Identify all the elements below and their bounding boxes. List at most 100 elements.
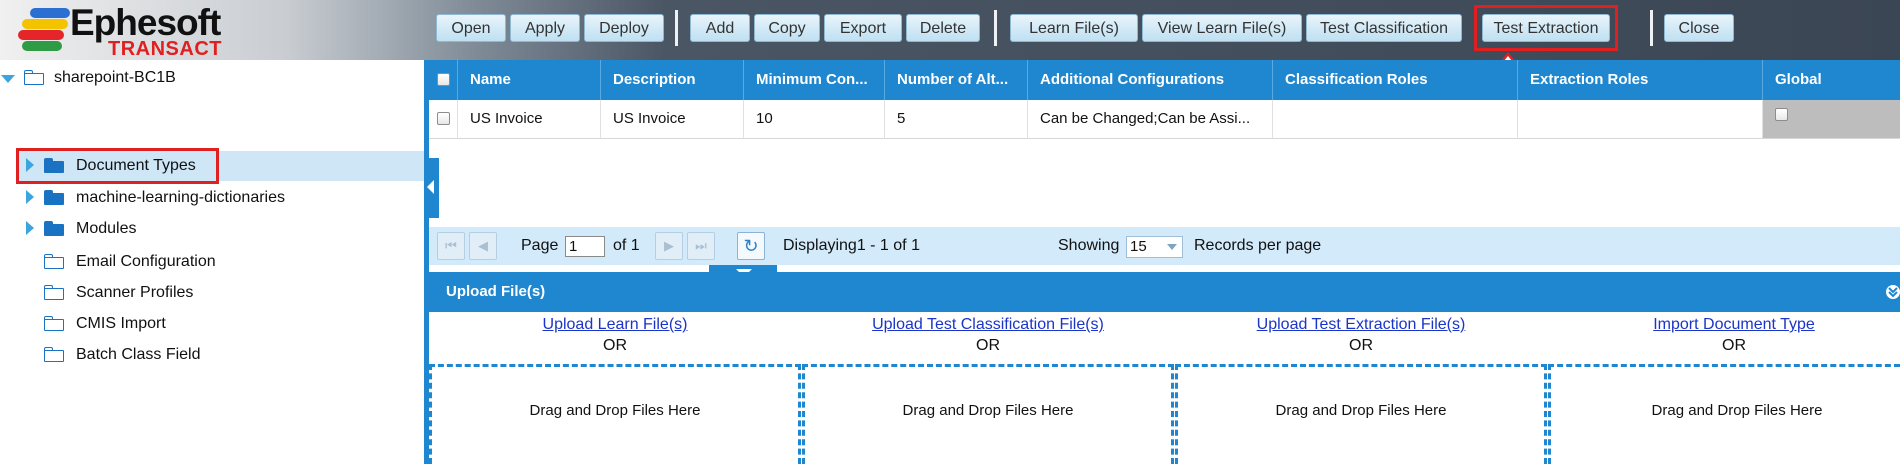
ephesoft-logo: Ephesoft TRANSACT bbox=[10, 2, 240, 60]
records-per-page-label: Records per page bbox=[1194, 237, 1322, 254]
upload-test-classification-files-link[interactable]: Upload Test Classification File(s) bbox=[802, 316, 1174, 334]
or-label: OR bbox=[603, 337, 627, 354]
drop-zone-test-extraction[interactable]: Drag and Drop Files Here bbox=[1175, 364, 1547, 464]
select-all-cell bbox=[429, 60, 458, 100]
copy-button[interactable]: Copy bbox=[754, 14, 820, 42]
folder-icon bbox=[44, 254, 64, 269]
upload-test-extraction-files-link[interactable]: Upload Test Extraction File(s) bbox=[1175, 316, 1547, 334]
drop-zone-learn[interactable]: Drag and Drop Files Here bbox=[429, 364, 801, 464]
last-page-icon[interactable]: ⏭ bbox=[687, 232, 715, 260]
drop-zone-test-classification[interactable]: Drag and Drop Files Here bbox=[802, 364, 1174, 464]
upload-panel-title: Upload File(s) bbox=[446, 283, 546, 300]
select-all-checkbox[interactable] bbox=[437, 73, 450, 86]
drop-zone-label: Drag and Drop Files Here bbox=[1651, 402, 1823, 419]
logo-subtitle: TRANSACT bbox=[108, 38, 222, 60]
logo-mark-icon bbox=[16, 8, 76, 52]
delete-button[interactable]: Delete bbox=[906, 14, 980, 42]
showing-label: Showing bbox=[1058, 237, 1120, 254]
cell-min-confidence: 10 bbox=[744, 100, 885, 138]
or-label: OR bbox=[1722, 337, 1746, 354]
collapse-tree-icon[interactable] bbox=[424, 158, 439, 218]
drop-zone-label: Drag and Drop Files Here bbox=[902, 402, 1074, 419]
column-header-name[interactable]: Name bbox=[458, 60, 601, 100]
add-button[interactable]: Add bbox=[690, 14, 750, 42]
view-learn-files-button[interactable]: View Learn File(s) bbox=[1142, 14, 1302, 42]
upload-learn-files-link[interactable]: Upload Learn File(s) bbox=[429, 316, 801, 334]
drop-zone-label: Drag and Drop Files Here bbox=[529, 402, 701, 419]
drop-zone-label: Drag and Drop Files Here bbox=[1275, 402, 1447, 419]
column-header-min-confidence[interactable]: Minimum Con... bbox=[744, 60, 885, 100]
document-types-highlight bbox=[16, 148, 219, 184]
previous-page-icon[interactable]: ◀ bbox=[469, 232, 497, 260]
records-per-page-select[interactable]: 15 bbox=[1126, 236, 1183, 258]
row-checkbox[interactable] bbox=[437, 112, 450, 125]
page-count-label: of 1 bbox=[613, 237, 640, 254]
cell-classification-roles bbox=[1273, 100, 1518, 138]
upload-column-test-extraction: Upload Test Extraction File(s) OR Drag a… bbox=[1175, 312, 1547, 464]
double-chevron-down-icon[interactable] bbox=[1886, 284, 1900, 300]
column-header-classification-roles[interactable]: Classification Roles bbox=[1273, 60, 1518, 100]
tree-item-label: Modules bbox=[76, 220, 137, 237]
first-page-icon[interactable]: ⏮ bbox=[437, 232, 465, 260]
toolbar-separator bbox=[1650, 10, 1653, 46]
upload-column-import-document-type: Import Document Type OR Drag and Drop Fi… bbox=[1548, 312, 1900, 464]
cell-description: US Invoice bbox=[601, 100, 744, 138]
tree-item-label: machine-learning-dictionaries bbox=[76, 189, 285, 206]
cell-num-alternates: 5 bbox=[885, 100, 1028, 138]
cell-extraction-roles bbox=[1518, 100, 1763, 138]
folder-icon bbox=[44, 316, 64, 331]
table-row[interactable]: US Invoice US Invoice 10 5 Can be Change… bbox=[429, 100, 1900, 139]
upload-column-test-classification: Upload Test Classification File(s) OR Dr… bbox=[802, 312, 1174, 464]
page-label: Page bbox=[521, 237, 559, 254]
close-button[interactable]: Close bbox=[1664, 14, 1734, 42]
pagination-bar: ⏮ ◀ Page 1 of 1 ▶ ⏭ ↻ Displaying1 - 1 of… bbox=[429, 227, 1900, 265]
cell-additional-configurations: Can be Changed;Can be Assi... bbox=[1028, 100, 1273, 138]
folder-icon bbox=[44, 347, 64, 362]
column-header-extraction-roles[interactable]: Extraction Roles bbox=[1518, 60, 1763, 100]
row-select-cell bbox=[429, 100, 458, 138]
or-label: OR bbox=[1349, 337, 1373, 354]
tree-item-label: Email Configuration bbox=[76, 253, 216, 270]
displaying-label: Displaying1 - 1 of 1 bbox=[783, 237, 920, 254]
learn-files-button[interactable]: Learn File(s) bbox=[1010, 14, 1138, 42]
upload-panel-header: Upload File(s) bbox=[429, 272, 1900, 312]
export-button[interactable]: Export bbox=[824, 14, 902, 42]
tree-item-label: Batch Class Field bbox=[76, 346, 201, 363]
test-classification-button[interactable]: Test Classification bbox=[1306, 14, 1462, 42]
app-header: Ephesoft TRANSACT Open Apply Deploy Add … bbox=[0, 0, 1900, 60]
toolbar-separator bbox=[994, 10, 997, 46]
folder-icon bbox=[44, 190, 64, 205]
import-document-type-link[interactable]: Import Document Type bbox=[1548, 316, 1900, 334]
grid-header: Name Description Minimum Con... Number o… bbox=[429, 60, 1900, 100]
column-header-num-alternates[interactable]: Number of Alt... bbox=[885, 60, 1028, 100]
folder-icon bbox=[44, 221, 64, 236]
upload-column-learn: Upload Learn File(s) OR Drag and Drop Fi… bbox=[429, 312, 801, 464]
cell-global bbox=[1763, 100, 1900, 138]
page-number-input[interactable]: 1 bbox=[565, 236, 605, 257]
refresh-icon[interactable]: ↻ bbox=[737, 232, 765, 260]
deploy-button[interactable]: Deploy bbox=[584, 14, 664, 42]
drop-zone-import-document-type[interactable]: Drag and Drop Files Here bbox=[1548, 364, 1900, 464]
column-header-global[interactable]: Global bbox=[1763, 60, 1900, 100]
expand-right-icon[interactable] bbox=[26, 190, 34, 204]
expand-down-icon[interactable] bbox=[1, 75, 15, 83]
column-header-additional-configurations[interactable]: Additional Configurations bbox=[1028, 60, 1273, 100]
toolbar-separator bbox=[675, 10, 678, 46]
global-checkbox[interactable] bbox=[1775, 108, 1788, 121]
records-per-page-value: 15 bbox=[1130, 238, 1147, 255]
test-extraction-highlight bbox=[1474, 5, 1618, 51]
tree-item-label: CMIS Import bbox=[76, 315, 166, 332]
folder-icon bbox=[44, 285, 64, 300]
batch-class-tree: sharepoint-BC1B Document Types machine-l… bbox=[0, 60, 425, 464]
open-button[interactable]: Open bbox=[436, 14, 506, 42]
cell-name: US Invoice bbox=[458, 100, 601, 138]
expand-right-icon[interactable] bbox=[26, 221, 34, 235]
tree-root-label: sharepoint-BC1B bbox=[54, 69, 176, 86]
next-page-icon[interactable]: ▶ bbox=[655, 232, 683, 260]
apply-button[interactable]: Apply bbox=[510, 14, 580, 42]
folder-open-icon bbox=[24, 70, 44, 85]
or-label: OR bbox=[976, 337, 1000, 354]
tree-item-label: Scanner Profiles bbox=[76, 284, 194, 301]
column-header-description[interactable]: Description bbox=[601, 60, 744, 100]
chevron-down-icon bbox=[1167, 244, 1177, 250]
